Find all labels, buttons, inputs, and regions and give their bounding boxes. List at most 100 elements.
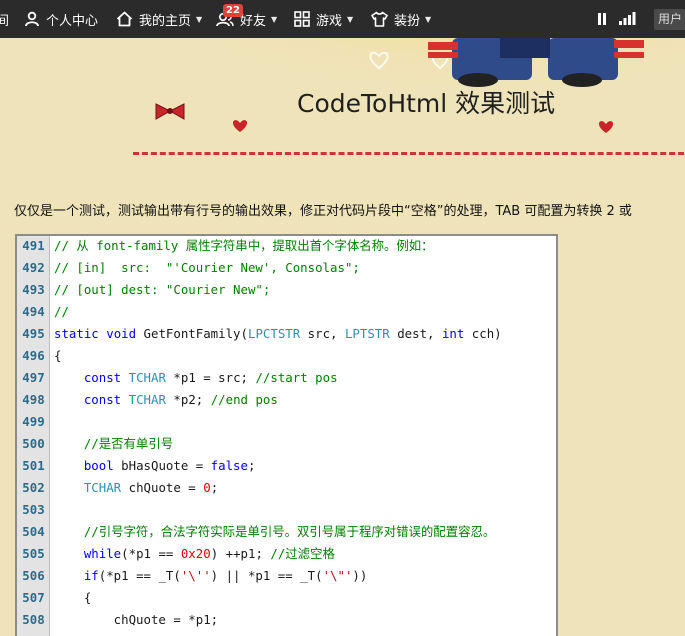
nav-friends[interactable]: 22 好友 ▼ xyxy=(216,0,277,38)
code-token: void xyxy=(106,326,137,341)
code-line: 502 TCHAR chQuote = 0; xyxy=(17,477,556,499)
code-token: cch) xyxy=(464,326,502,341)
nav-label: 个人中心 xyxy=(46,13,99,29)
code-token: //引号字符，合法字符实际是单引号。双引号属于程序对错误的配置容忍。 xyxy=(83,524,496,539)
code-token: while xyxy=(83,546,122,561)
line-number: 493 xyxy=(22,282,45,297)
user-icon xyxy=(25,11,39,27)
code-text: // 从 font-family 属性字符串中，提取出首个字体名称。例如： xyxy=(54,236,434,257)
nav-games[interactable]: 游戏 ▼ xyxy=(294,0,353,38)
code-token: int xyxy=(441,326,465,341)
code-line: 504 //引号字符，合法字符实际是单引号。双引号属于程序对错误的配置容忍。 xyxy=(17,521,556,543)
code-line: 491 // 从 font-family 属性字符串中，提取出首个字体名称。例如： xyxy=(17,236,556,257)
code-token: // [in] src: "'Courier New', Consolas"; xyxy=(54,260,360,275)
title-underline xyxy=(133,152,685,155)
user-button[interactable]: 用户 xyxy=(654,9,685,30)
code-token: TCHAR xyxy=(128,370,166,385)
code-token: (*p1 == xyxy=(121,546,181,561)
shirt-icon xyxy=(371,11,388,27)
code-line: 506 if(*p1 == _T('\'') || *p1 == _T('\"'… xyxy=(17,565,556,587)
code-token: static xyxy=(54,326,99,341)
page-title: CodeToHtml 效果测试 xyxy=(297,89,556,118)
code-text: if(*p1 == _T('\'') || *p1 == _T('\"')) xyxy=(54,565,368,587)
line-number: 504 xyxy=(22,524,45,539)
code-line: 495 static void GetFontFamily(LPCTSTR src… xyxy=(17,323,556,345)
code-text: // xyxy=(54,301,69,323)
code-token: // [out] dest: "Courier New"; xyxy=(54,282,271,297)
code-token: chQuote = xyxy=(121,480,204,495)
code-token: '\'' xyxy=(180,568,211,583)
nav-my-homepage[interactable]: 我的主页 ▼ xyxy=(116,0,202,38)
line-number: 496 xyxy=(22,348,45,363)
code-token: chQuote = *p1; xyxy=(54,612,219,627)
code-token: dest, xyxy=(389,326,442,341)
home-icon xyxy=(116,11,133,27)
code-token: //是否有单引号 xyxy=(83,436,174,451)
code-text: while(*p1 == 0x20) ++p1; //过滤空格 xyxy=(54,543,335,565)
chevron-down-icon: ▼ xyxy=(425,14,432,24)
header-banner xyxy=(0,38,685,208)
line-number: 498 xyxy=(22,392,45,407)
code-token: *p2; xyxy=(165,392,211,407)
code-token: ; xyxy=(210,480,219,495)
code-line: 509 ++p1; xyxy=(17,631,556,636)
code-line: 507 { xyxy=(17,587,556,609)
code-token: //过滤空格 xyxy=(270,546,335,561)
code-block: 491 // 从 font-family 属性字符串中，提取出首个字体名称。例如：… xyxy=(15,234,558,636)
line-number: 502 xyxy=(22,480,45,495)
code-line: 498 const TCHAR *p2; //end pos xyxy=(17,389,556,411)
line-number: 506 xyxy=(22,568,45,583)
code-token: false xyxy=(210,458,248,473)
line-number: 492 xyxy=(22,260,45,275)
chevron-down-icon: ▼ xyxy=(271,14,278,24)
code-token: 0 xyxy=(203,480,211,495)
line-number: 497 xyxy=(22,370,45,385)
line-number: 509 xyxy=(17,631,50,636)
signal-bars-icon[interactable] xyxy=(619,12,636,25)
code-text: const TCHAR *p2; //end pos xyxy=(54,389,278,411)
code-line: 493 // [out] dest: "Courier New"; xyxy=(17,279,556,301)
nav-personal-center[interactable]: 个人中心 xyxy=(24,0,98,38)
banner-artwork xyxy=(155,38,685,138)
code-token: TCHAR xyxy=(83,480,122,495)
intro-text: 仅仅是一个测试，测试输出带有行号的输出效果，修正对代码片段中“空格”的处理，TA… xyxy=(14,204,632,219)
code-line: 496 { xyxy=(17,345,556,367)
code-text: static void GetFontFamily(LPCTSTR src, L… xyxy=(54,323,502,345)
code-token: const xyxy=(83,370,122,385)
code-text: chQuote = *p1; xyxy=(54,609,218,631)
nav-cut-off-item[interactable]: 间 xyxy=(0,0,9,38)
code-text: ++p1; xyxy=(54,631,151,636)
code-line: 505 while(*p1 == 0x20) ++p1; //过滤空格 xyxy=(17,543,556,565)
line-number: 507 xyxy=(22,590,45,605)
code-line: 497 const TCHAR *p1 = src; //start pos xyxy=(17,367,556,389)
line-number: 495 xyxy=(22,326,45,341)
nav-dress-up[interactable]: 装扮 ▼ xyxy=(371,0,431,38)
code-line: 501 bool bHasQuote = false; xyxy=(17,455,556,477)
top-nav-bar: 间 个人中心 我的主页 ▼ 22 好友 ▼ 游戏 ▼ 装扮 ▼ 用户 xyxy=(0,0,685,38)
code-token: *p1 = src; xyxy=(165,370,256,385)
line-number: 501 xyxy=(22,458,45,473)
code-text: const TCHAR *p1 = src; //start pos xyxy=(54,367,338,389)
code-line: 492 // [in] src: "'Courier New', Consolas… xyxy=(17,257,556,279)
nav-label: 游戏 xyxy=(316,13,343,29)
code-text: // [in] src: "'Courier New', Consolas"; xyxy=(54,257,360,279)
code-token: src, xyxy=(300,326,345,341)
code-token: GetFontFamily( xyxy=(136,326,248,341)
pause-icon[interactable] xyxy=(597,13,607,25)
code-text: TCHAR chQuote = 0; xyxy=(54,477,218,499)
line-number: 505 xyxy=(22,546,45,561)
code-line: 494 // xyxy=(17,301,556,323)
grid-icon xyxy=(294,11,310,27)
code-token: //end pos xyxy=(210,392,278,407)
code-token: )) xyxy=(352,568,368,583)
code-token: //start pos xyxy=(255,370,338,385)
line-number: 499 xyxy=(22,414,45,429)
line-number: 494 xyxy=(22,304,45,319)
